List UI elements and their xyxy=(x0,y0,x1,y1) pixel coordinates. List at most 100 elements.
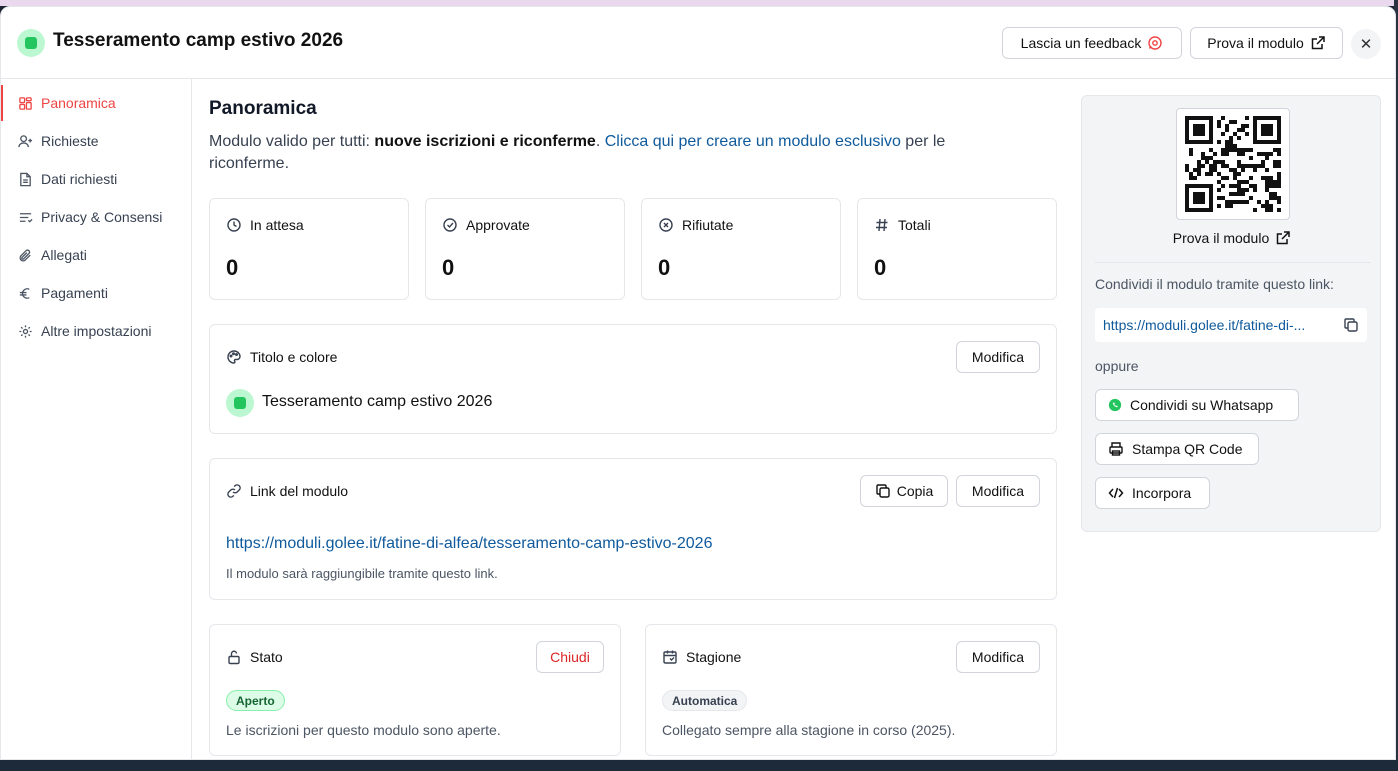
edit-title-button[interactable]: Modifica xyxy=(956,341,1040,373)
code-icon xyxy=(1108,487,1124,499)
modal-header: Tesseramento camp estivo 2026 Lascia un … xyxy=(1,7,1395,79)
status-description: Le iscrizioni per questo modulo sono ape… xyxy=(226,722,501,738)
edit-title-label: Modifica xyxy=(971,349,1025,365)
stat-value: 0 xyxy=(226,255,239,280)
backdrop-bottom xyxy=(0,760,1398,771)
sidebar-item-label: Pagamenti xyxy=(41,285,108,301)
clock-icon xyxy=(227,218,241,232)
stat-label-text: Rifiutate xyxy=(682,217,734,233)
sidebar-item-allegati[interactable]: Allegati xyxy=(1,237,191,273)
edit-season-button[interactable]: Modifica xyxy=(956,641,1040,673)
edit-link-label: Modifica xyxy=(971,483,1025,499)
intro-bold: nuove iscrizioni e riconferme xyxy=(374,133,596,150)
gear-icon xyxy=(19,324,32,338)
page-title: Panoramica xyxy=(209,98,317,119)
share-panel: Prova il modulo Condividi il modulo tram… xyxy=(1081,95,1381,532)
card-heading: Titolo e colore xyxy=(226,349,337,365)
sidebar-item-label: Altre impostazioni xyxy=(41,323,152,339)
card-heading: Link del modulo xyxy=(226,483,348,499)
stat-label: Approvate xyxy=(442,217,530,233)
embed-button[interactable]: Incorpora xyxy=(1095,477,1210,509)
link-icon xyxy=(227,484,241,498)
close-form-button[interactable]: Chiudi xyxy=(536,641,604,673)
card-heading-text: Titolo e colore xyxy=(250,349,338,365)
copy-link-button[interactable]: Copia xyxy=(860,475,948,507)
copy-link-label: Copia xyxy=(896,483,934,499)
form-url-link[interactable]: https://moduli.golee.it/fatine-di-alfea/… xyxy=(226,535,712,553)
try-form-link[interactable]: Prova il modulo xyxy=(1082,230,1382,246)
stat-value: 0 xyxy=(442,255,455,280)
user-plus-icon xyxy=(18,134,33,147)
sidebar-item-dati-richiesti[interactable]: Dati richiesti xyxy=(1,161,191,197)
stat-card-total: Totali 0 xyxy=(857,198,1057,300)
stat-label: Rifiutate xyxy=(658,217,733,233)
card-heading-text: Link del modulo xyxy=(250,483,349,499)
copy-icon xyxy=(876,484,890,498)
sidebar: Panoramica Richieste Dati richiesti Priv… xyxy=(1,79,192,759)
grid-icon xyxy=(19,96,32,110)
link-hint: Il modulo sarà raggiungibile tramite que… xyxy=(226,566,498,581)
sidebar-item-privacy[interactable]: Privacy & Consensi xyxy=(1,199,191,235)
sidebar-item-pagamenti[interactable]: Pagamenti xyxy=(1,275,191,311)
season-card: Stagione Modifica Automatica Collegato s… xyxy=(645,624,1057,756)
stat-value: 0 xyxy=(874,255,887,280)
intro-prefix: Modulo valido per tutti: xyxy=(209,133,375,150)
sidebar-item-label: Allegati xyxy=(41,247,87,263)
intro-mid: . xyxy=(595,133,605,150)
qr-code xyxy=(1176,108,1290,220)
try-form-button[interactable]: Prova il modulo xyxy=(1190,27,1343,59)
stat-label: Totali xyxy=(874,217,931,233)
sidebar-item-panoramica[interactable]: Panoramica xyxy=(1,85,191,121)
list-icon xyxy=(19,212,33,223)
title-color-card: Titolo e colore Modifica Tesseramento ca… xyxy=(209,324,1057,434)
whatsapp-icon xyxy=(1108,398,1122,412)
card-heading: Stato xyxy=(226,649,283,665)
calendar-icon xyxy=(663,650,677,664)
palette-icon xyxy=(227,350,241,364)
sidebar-item-altre-impostazioni[interactable]: Altre impostazioni xyxy=(1,313,191,349)
print-qr-label: Stampa QR Code xyxy=(1132,441,1243,457)
stat-card-pending: In attesa 0 xyxy=(209,198,409,300)
print-qr-button[interactable]: Stampa QR Code xyxy=(1095,433,1259,465)
status-badge: Aperto xyxy=(226,690,285,711)
embed-label: Incorpora xyxy=(1132,485,1192,501)
sidebar-item-richieste[interactable]: Richieste xyxy=(1,123,191,159)
form-color-swatch xyxy=(226,389,254,417)
card-heading-text: Stagione xyxy=(686,649,742,665)
external-link-icon xyxy=(1311,36,1325,50)
stat-label-text: Totali xyxy=(898,217,931,233)
form-color-indicator xyxy=(17,29,45,57)
stat-label-text: Approvate xyxy=(466,217,530,233)
hash-icon xyxy=(876,218,888,232)
card-heading: Stagione xyxy=(662,649,741,665)
status-card: Stato Chiudi Aperto Le iscrizioni per qu… xyxy=(209,624,621,756)
edit-link-button[interactable]: Modifica xyxy=(956,475,1040,507)
season-description: Collegato sempre alla stagione in corso … xyxy=(662,722,956,738)
close-form-label: Chiudi xyxy=(550,649,590,665)
form-name: Tesseramento camp estivo 2026 xyxy=(262,393,493,410)
or-text: oppure xyxy=(1095,358,1139,374)
sidebar-item-label: Privacy & Consensi xyxy=(41,209,163,225)
copy-icon[interactable] xyxy=(1343,317,1359,333)
edit-season-label: Modifica xyxy=(971,649,1025,665)
unlock-icon xyxy=(228,650,240,665)
feedback-button[interactable]: Lascia un feedback xyxy=(1002,27,1182,59)
feedback-button-label: Lascia un feedback xyxy=(1020,35,1142,51)
share-url-field[interactable]: https://moduli.golee.it/fatine-di-... xyxy=(1095,308,1367,342)
card-heading-text: Stato xyxy=(250,649,283,665)
stat-value: 0 xyxy=(658,255,671,280)
try-form-button-label: Prova il modulo xyxy=(1207,35,1304,51)
stat-card-rejected: Rifiutate 0 xyxy=(641,198,841,300)
euro-icon xyxy=(19,287,30,299)
stat-label-text: In attesa xyxy=(250,217,304,233)
paperclip-icon xyxy=(19,248,31,261)
season-badge: Automatica xyxy=(662,690,748,711)
file-icon xyxy=(20,172,31,186)
panel-divider xyxy=(1095,262,1371,263)
share-whatsapp-label: Condividi su Whatsapp xyxy=(1130,397,1274,413)
share-whatsapp-button[interactable]: Condividi su Whatsapp xyxy=(1095,389,1299,421)
close-button[interactable]: ✕ xyxy=(1351,29,1381,59)
exclusive-form-link[interactable]: Clicca qui per creare un modulo esclusiv… xyxy=(605,133,901,150)
sidebar-item-label: Panoramica xyxy=(41,95,116,111)
form-link-card: Link del modulo Copia Modifica https://m… xyxy=(209,458,1057,600)
